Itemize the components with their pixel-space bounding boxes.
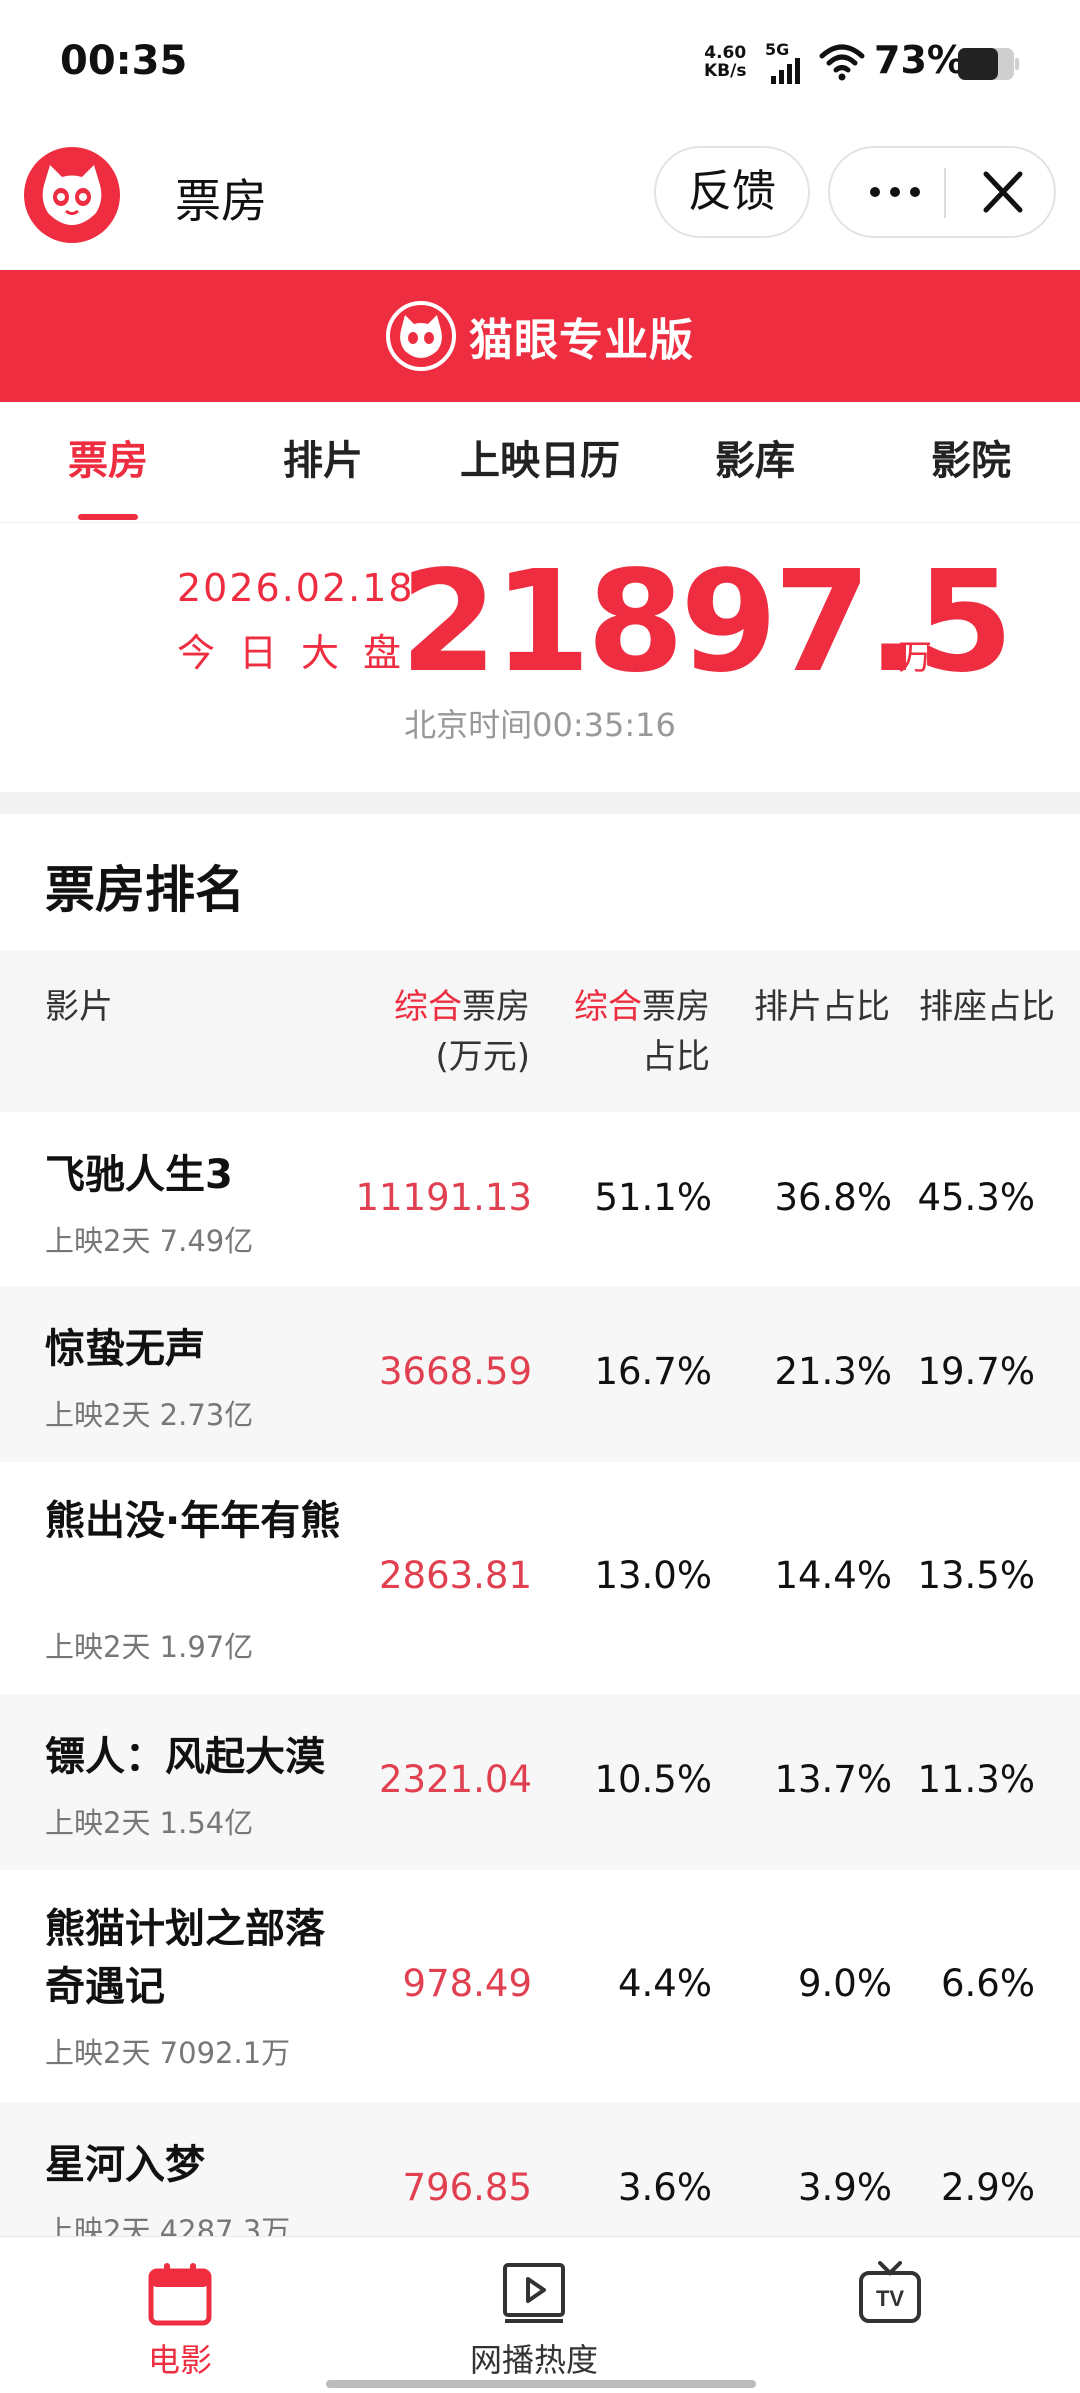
home-indicator: [326, 2380, 756, 2388]
capsule-divider: [944, 168, 946, 218]
table-row[interactable]: 熊猫计划之部落奇遇记 上映2天 7092.1万 978.49 4.4% 9.0%…: [0, 1870, 1080, 2102]
calendar-icon: [148, 2263, 212, 2326]
nav-label: 网播热度: [469, 2341, 598, 2379]
header-film: 影片: [45, 987, 113, 1027]
brand-name: 猫眼专业版: [469, 315, 694, 366]
table-header: 影片 综合票房 (万元) 综合票房 占比 排片占比 排座占比: [0, 950, 1080, 1112]
table-row[interactable]: 镖人：风起大漠 上映2天 1.54亿 2321.04 10.5% 13.7% 1…: [0, 1694, 1080, 1870]
table-row[interactable]: 熊出没·年年有熊 上映2天 1.97亿 2863.81 13.0% 14.4% …: [0, 1462, 1080, 1694]
box-share-value: 16.7%: [594, 1350, 712, 1393]
tv-icon: TV: [859, 2261, 921, 2323]
movie-release-info: 上映2天 7092.1万: [45, 2036, 291, 2070]
brand-banner: 猫眼专业版: [0, 270, 1080, 402]
table-row[interactable]: 惊蛰无声 上映2天 2.73亿 3668.59 16.7% 21.3% 19.7…: [0, 1286, 1080, 1462]
summary-label: 今日大盘: [177, 631, 426, 675]
battery-percent: 73%: [874, 38, 965, 82]
box-share-value: 4.4%: [618, 1962, 712, 2005]
tab-bar: 票房 排片 上映日历 影库 影院: [0, 402, 1080, 523]
maoyan-cat-icon: [386, 301, 456, 371]
box-office-value: 3668.59: [378, 1350, 532, 1393]
tab-cinemas[interactable]: 影院: [901, 402, 1041, 520]
network-speed: 4.60 KB/s: [704, 43, 747, 81]
summary-time: 北京时间00:35:16: [404, 706, 676, 744]
bottom-nav: 电影 网播热度 TV: [0, 2236, 1080, 2393]
movie-release-info: 上映2天 2.73亿: [45, 1398, 254, 1432]
seat-share-value: 2.9%: [941, 2166, 1035, 2209]
tab-release-calendar[interactable]: 上映日历: [430, 402, 650, 520]
seat-share-value: 6.6%: [941, 1962, 1035, 2005]
status-time: 00:35: [60, 38, 188, 84]
table-row[interactable]: 星河入梦 上映2天 4287.3万 796.85 3.6% 3.9% 2.9%: [0, 2102, 1080, 2236]
box-office-value: 796.85: [402, 2166, 532, 2209]
movie-title: 星河入梦: [45, 2142, 205, 2188]
summary-date: 2026.02.18: [177, 566, 415, 610]
header-box-office[interactable]: 综合票房 (万元): [330, 982, 530, 1082]
ranking-title: 票房排名: [45, 861, 245, 919]
page-title: 票房: [175, 174, 267, 228]
movie-release-info: 上映2天 1.54亿: [45, 1806, 254, 1840]
movie-release-info: 上映2天 4287.3万: [45, 2214, 291, 2236]
box-share-value: 3.6%: [618, 2166, 712, 2209]
movie-title: 飞驰人生3: [45, 1152, 233, 1198]
tv-icon-label: TV: [876, 2286, 904, 2311]
box-office-value: 978.49: [402, 1962, 532, 2005]
battery-icon: [958, 48, 1019, 80]
seat-share-value: 45.3%: [917, 1176, 1035, 1219]
box-office-value: 2321.04: [378, 1758, 532, 1801]
tab-film-library[interactable]: 影库: [685, 402, 825, 520]
more-icon[interactable]: [860, 148, 930, 236]
tab-box-office[interactable]: 票房: [38, 402, 178, 520]
table-row[interactable]: 飞驰人生3 上映2天 7.49亿 11191.13 51.1% 36.8% 45…: [0, 1112, 1080, 1286]
network-type: 5G: [765, 40, 790, 59]
seat-share-value: 13.5%: [917, 1554, 1035, 1597]
nav-label: 电影: [147, 2341, 212, 2379]
tab-schedule[interactable]: 排片: [253, 402, 393, 520]
signal-icon: [771, 58, 800, 84]
active-tab-indicator: [78, 514, 138, 520]
close-icon[interactable]: [968, 148, 1038, 236]
capsule-menu: [828, 146, 1056, 238]
summary-unit: 万: [898, 638, 932, 678]
wifi-icon: [819, 44, 865, 81]
seat-share-value: 11.3%: [917, 1758, 1035, 1801]
header-seat-share[interactable]: 排座占比: [855, 982, 1055, 1032]
box-office-value: 11191.13: [355, 1176, 532, 1219]
box-share-value: 13.0%: [594, 1554, 712, 1597]
movie-title: 镖人：风起大漠: [45, 1734, 325, 1780]
movie-release-info: 上映2天 7.49亿: [45, 1224, 254, 1258]
movie-title: 熊出没·年年有熊: [45, 1498, 341, 1544]
feedback-button[interactable]: 反馈: [654, 146, 810, 238]
status-bar: 00:35 4.60 KB/s 5G 73%: [0, 0, 1080, 130]
header-box-share[interactable]: 综合票房 占比: [510, 982, 710, 1082]
section-divider: [0, 792, 1080, 814]
movie-title: 惊蛰无声: [45, 1326, 205, 1372]
box-office-value: 2863.81: [378, 1554, 532, 1597]
maoyan-logo-icon: [24, 147, 120, 243]
seat-share-value: 19.7%: [917, 1350, 1035, 1393]
box-share-value: 51.1%: [594, 1176, 712, 1219]
play-icon: [503, 2263, 565, 2323]
movie-release-info: 上映2天 1.97亿: [45, 1630, 254, 1664]
movie-title: 熊猫计划之部落奇遇记: [45, 1906, 325, 2010]
box-share-value: 10.5%: [594, 1758, 712, 1801]
